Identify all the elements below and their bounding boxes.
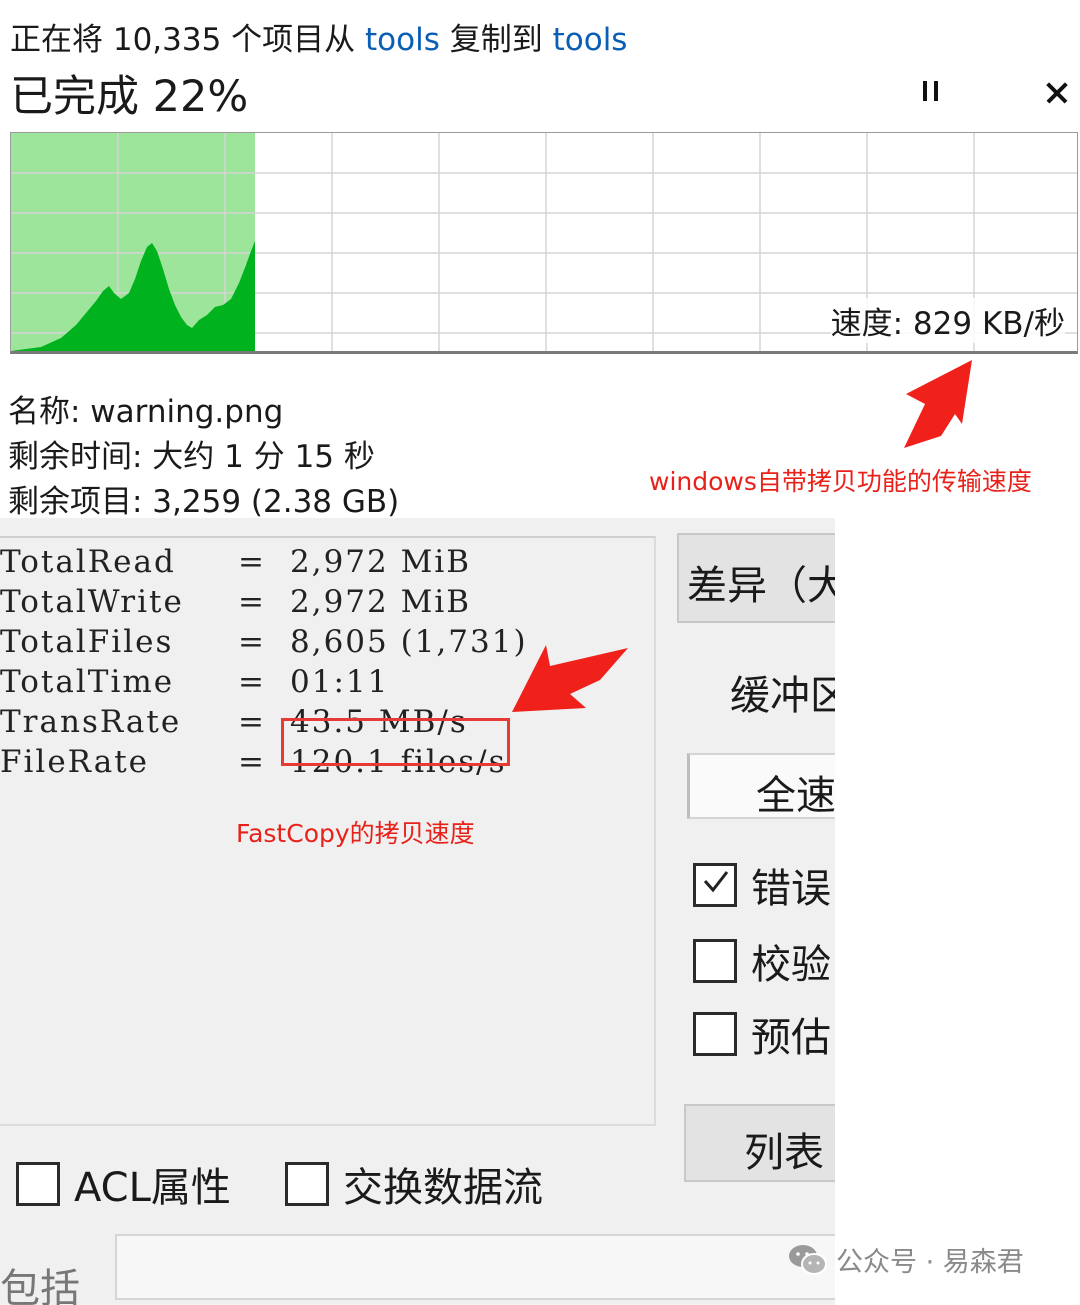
watermark: 公众号 · 易森君 (788, 1240, 1024, 1279)
wechat-icon (789, 1244, 827, 1275)
arrow-up-icon (904, 360, 972, 448)
watermark-text: 公众号 · 易森君 (836, 1247, 1024, 1278)
arrow-left-icon (512, 645, 628, 712)
annotation-arrows (512, 360, 972, 712)
